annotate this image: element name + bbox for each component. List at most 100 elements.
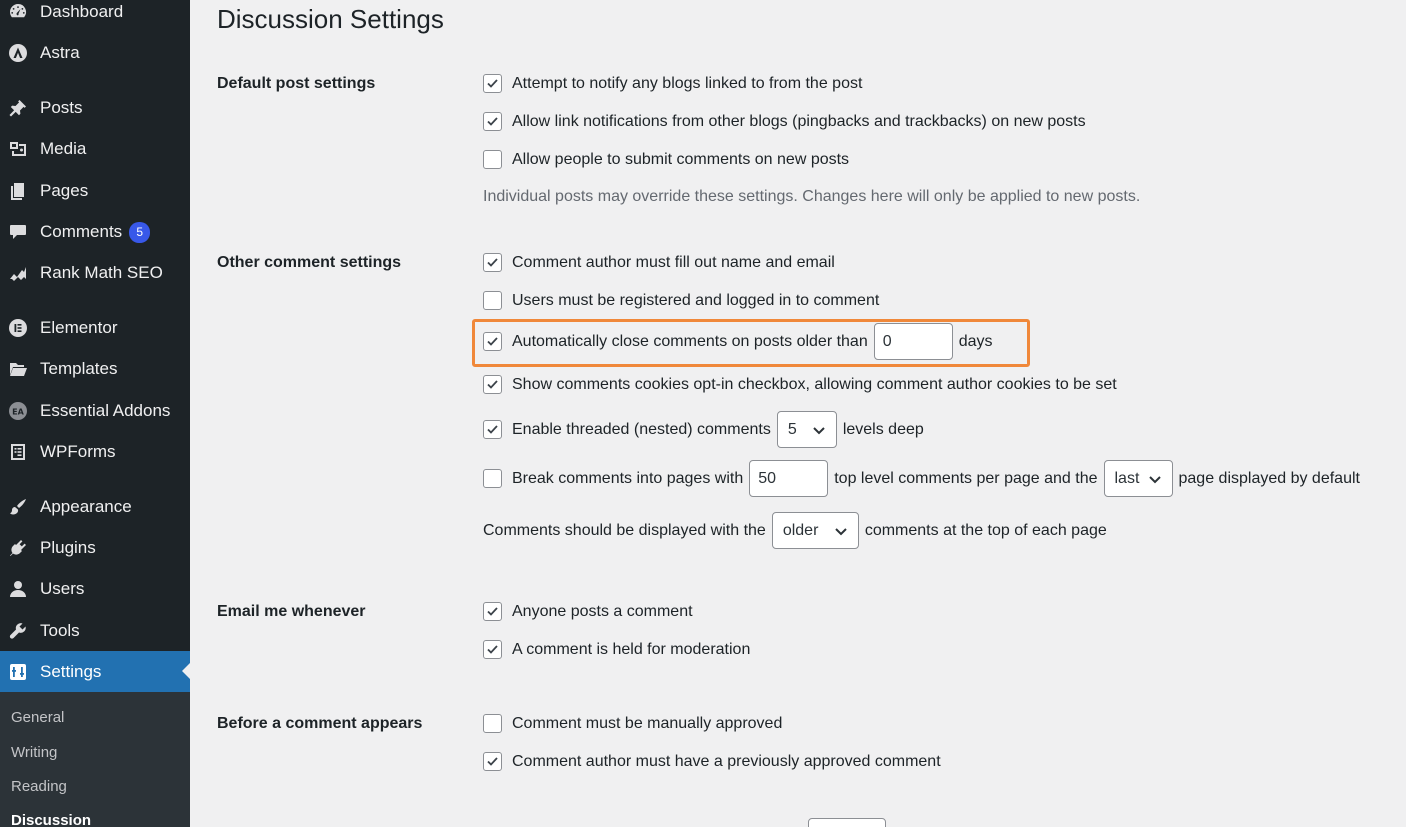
chevron-down-icon	[813, 426, 825, 434]
comment-icon	[7, 221, 29, 243]
option-allow-comments[interactable]: Allow people to submit comments on new p…	[483, 150, 849, 169]
option-close-comments[interactable]: Automatically close comments on posts ol…	[483, 323, 993, 360]
menu-label: Elementor	[40, 318, 118, 337]
menu-dashboard[interactable]: Dashboard	[0, 0, 190, 32]
menu-label: Rank Math SEO	[40, 263, 163, 282]
select-value: 5	[787, 420, 797, 438]
menu-templates[interactable]: Templates	[0, 349, 190, 389]
menu-label: Templates	[40, 359, 118, 378]
menu-rank-math[interactable]: Rank Math SEO	[0, 253, 190, 293]
checkmark-icon	[487, 425, 498, 434]
settings-icon	[7, 661, 29, 683]
menu-label: Appearance	[40, 497, 132, 516]
option-label: Show comments cookies opt-in checkbox, a…	[512, 375, 1117, 393]
option-registration-required[interactable]: Users must be registered and logged in t…	[483, 291, 879, 310]
submenu-reading[interactable]: Reading	[11, 778, 67, 795]
plugin-icon	[7, 537, 29, 559]
option-label: Comments should be displayed with the	[483, 521, 766, 539]
menu-label: Astra	[40, 43, 80, 62]
option-label: Anyone posts a comment	[512, 602, 693, 620]
menu-media[interactable]: Media	[0, 129, 190, 169]
checkmark-icon	[487, 380, 498, 389]
menu-label: WPForms	[40, 442, 116, 461]
option-label-suffix: comments at the top of each page	[864, 521, 1107, 539]
option-allow-pingbacks[interactable]: Allow link notifications from other blog…	[483, 112, 1086, 131]
option-page-comments[interactable]: Break comments into pages with 50 top le…	[483, 460, 1360, 497]
wpforms-icon	[7, 441, 29, 463]
checkbox[interactable]	[483, 640, 502, 659]
section-label-email: Email me whenever	[217, 603, 366, 620]
menu-elementor[interactable]: Elementor	[0, 308, 190, 348]
menu-settings[interactable]: Settings	[0, 651, 190, 692]
option-email-moderation[interactable]: A comment is held for moderation	[483, 640, 750, 659]
option-label: Allow people to submit comments on new p…	[512, 150, 850, 168]
menu-essential-addons[interactable]: EA Essential Addons	[0, 391, 190, 431]
menu-comments[interactable]: Comments 5	[0, 212, 190, 252]
partial-input[interactable]	[808, 818, 886, 827]
checkbox[interactable]	[483, 375, 502, 394]
thread-depth-select[interactable]: 5	[776, 411, 837, 448]
menu-label: Pages	[40, 181, 89, 200]
option-label: Enable threaded (nested) comments	[512, 420, 771, 438]
checkbox[interactable]	[483, 291, 502, 310]
checkbox[interactable]	[483, 752, 502, 771]
main-content: Discussion Settings Default post setting…	[190, 0, 1406, 827]
default-page-select[interactable]: last	[1103, 460, 1173, 497]
menu-label: Comments	[40, 222, 123, 241]
comment-order-select[interactable]: older	[771, 512, 859, 549]
brush-icon	[7, 496, 29, 518]
checkmark-icon	[487, 645, 498, 654]
submenu-writing[interactable]: Writing	[11, 744, 57, 761]
menu-posts[interactable]: Posts	[0, 88, 190, 128]
option-label: Allow link notifications from other blog…	[512, 112, 1086, 130]
option-label-suffix: levels deep	[842, 420, 924, 438]
option-manual-approval[interactable]: Comment must be manually approved	[483, 714, 782, 733]
checkbox[interactable]	[483, 150, 502, 169]
option-label: Comment author must have a previously ap…	[512, 752, 941, 770]
option-previously-approved[interactable]: Comment author must have a previously ap…	[483, 752, 941, 771]
menu-label: Plugins	[40, 538, 96, 557]
description-note: Individual posts may override these sett…	[483, 188, 1141, 205]
menu-wpforms[interactable]: WPForms	[0, 432, 190, 472]
menu-label: Posts	[40, 98, 83, 117]
menu-astra[interactable]: Astra	[0, 33, 190, 73]
submenu-discussion[interactable]: Discussion	[11, 812, 91, 827]
option-comment-order: Comments should be displayed with the ol…	[483, 512, 1107, 549]
checkbox[interactable]	[483, 332, 502, 351]
option-email-anyone-posts[interactable]: Anyone posts a comment	[483, 602, 693, 621]
select-value: older	[782, 521, 819, 539]
select-value: last	[1114, 469, 1140, 487]
option-label: Automatically close comments on posts ol…	[512, 332, 868, 350]
user-icon	[7, 578, 29, 600]
checkmark-icon	[487, 117, 498, 126]
comments-count-badge: 5	[129, 221, 151, 243]
pages-icon	[7, 180, 29, 202]
submenu-general[interactable]: General	[11, 709, 64, 726]
checkbox[interactable]	[483, 253, 502, 272]
option-label-suffix: days	[958, 332, 993, 350]
checkbox[interactable]	[483, 602, 502, 621]
option-require-name-email[interactable]: Comment author must fill out name and em…	[483, 253, 835, 272]
checkbox[interactable]	[483, 74, 502, 93]
checkbox[interactable]	[483, 112, 502, 131]
checkmark-icon	[487, 607, 498, 616]
option-notify-blogs[interactable]: Attempt to notify any blogs linked to fr…	[483, 74, 862, 93]
menu-users[interactable]: Users	[0, 569, 190, 609]
checkbox[interactable]	[483, 469, 502, 488]
section-label-default-post: Default post settings	[217, 75, 376, 92]
option-label-middle: top level comments per page and the	[834, 469, 1098, 487]
comments-per-page-input[interactable]: 50	[749, 460, 829, 497]
menu-plugins[interactable]: Plugins	[0, 528, 190, 568]
close-days-input[interactable]: 0	[873, 323, 953, 360]
checkbox[interactable]	[483, 420, 502, 439]
menu-label: Dashboard	[40, 2, 124, 21]
section-label-before-appears: Before a comment appears	[217, 715, 423, 732]
option-threaded-comments[interactable]: Enable threaded (nested) comments 5 leve…	[483, 411, 924, 448]
option-cookies-opt-in[interactable]: Show comments cookies opt-in checkbox, a…	[483, 375, 1117, 394]
astra-icon	[7, 42, 29, 64]
menu-appearance[interactable]: Appearance	[0, 487, 190, 527]
menu-pages[interactable]: Pages	[0, 171, 190, 211]
chevron-down-icon	[1148, 475, 1161, 483]
menu-tools[interactable]: Tools	[0, 611, 190, 651]
checkbox[interactable]	[483, 714, 502, 733]
